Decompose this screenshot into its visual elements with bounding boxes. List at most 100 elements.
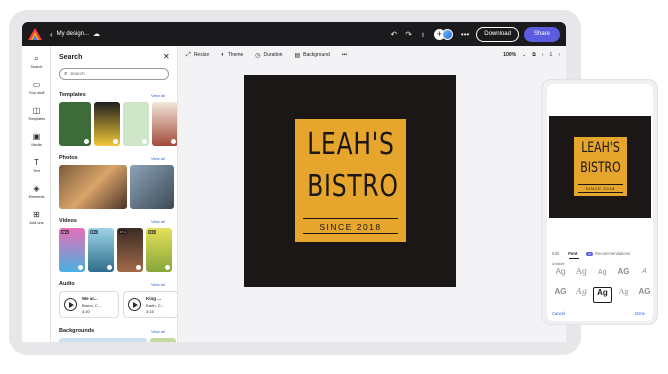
bistro-sign[interactable]: LEAH'S BISTRO SINCE 2018 (295, 119, 406, 242)
share-button[interactable]: Share (523, 26, 560, 42)
background-icon: ▤ (294, 52, 301, 59)
search-icon: ⌕ (64, 71, 68, 77)
resize-button[interactable]: ⤢ Resize (186, 52, 209, 59)
photos-row (59, 165, 174, 209)
font-option[interactable]: Ag (572, 267, 591, 283)
next-page-icon[interactable]: › (558, 52, 560, 58)
section-title-audio: Audio (59, 281, 75, 287)
font-option[interactable]: AG (551, 287, 570, 303)
undo-icon[interactable]: ↶ (390, 30, 397, 39)
zoom-controls: 100% ⌄ ⧉ ‹ 1 › (497, 46, 560, 64)
template-thumb[interactable] (152, 102, 177, 146)
pages-icon[interactable]: ⧉ (532, 52, 536, 58)
sign-title-line1[interactable]: LEAH'S (307, 127, 394, 162)
done-button[interactable]: Done (635, 311, 645, 316)
sign-title-line2[interactable]: BISTRO (307, 169, 398, 204)
tab-recommendations[interactable]: Recommendations (595, 251, 630, 256)
font-option[interactable]: Ag (551, 267, 570, 283)
search-icon: ⌕ (34, 54, 39, 63)
videos-row: 29 s 15 s 17 s 19 s (59, 228, 172, 272)
font-option-selected[interactable]: Ag (593, 287, 612, 303)
rail-item-text[interactable]: T Text (22, 158, 51, 173)
view-all-photos[interactable]: View all (151, 156, 165, 161)
back-chevron-icon[interactable]: ‹ (50, 30, 53, 39)
background-button[interactable]: ▤ Background (294, 52, 329, 59)
media-icon: ▣ (32, 132, 41, 141)
top-bar: ‹ My design... ☁ ↶ ↷ ♁ + ••• Download Sh… (22, 22, 566, 46)
chevron-down-icon[interactable]: ⌄ (522, 52, 526, 58)
view-all-templates[interactable]: View all (151, 93, 165, 98)
font-option[interactable]: Ag (572, 287, 591, 303)
divider (303, 218, 398, 219)
resize-icon: ⤢ (186, 51, 191, 58)
background-thumb[interactable] (150, 338, 176, 342)
panel-title: Search (59, 54, 83, 61)
ai-badge: AI (586, 251, 594, 256)
document-title[interactable]: My design... (57, 31, 89, 37)
zoom-level[interactable]: 100% (503, 52, 516, 58)
phone-design-preview[interactable]: LEAH'S BISTRO SINCE 2018 (549, 116, 651, 218)
backgrounds-row (59, 338, 176, 342)
avatar[interactable] (441, 28, 453, 40)
rail-item-templates[interactable]: ◫ Templates (22, 106, 51, 121)
template-thumb[interactable] (94, 102, 120, 146)
play-icon[interactable] (128, 298, 141, 311)
download-button[interactable]: Download (476, 26, 519, 42)
font-option[interactable]: AG (635, 287, 653, 303)
video-thumb[interactable]: 29 s (59, 228, 85, 272)
audio-card[interactable]: King ... Earth, C... 3:15 (123, 291, 177, 318)
marketing-mockup: ‹ My design... ☁ ↶ ↷ ♁ + ••• Download Sh… (0, 0, 668, 374)
cancel-button[interactable]: Cancel (552, 311, 565, 316)
photo-thumb[interactable] (130, 165, 174, 209)
theme-button[interactable]: ◐ Theme (221, 52, 243, 58)
prev-page-icon[interactable]: ‹ (542, 52, 544, 58)
rail-item-media[interactable]: ▣ Media (22, 132, 51, 147)
duration-button[interactable]: ◷ Duration (255, 52, 282, 59)
font-option[interactable]: A (635, 267, 653, 283)
phone-screen: LEAH'S BISTRO SINCE 2018 Edit Font AI Re… (547, 84, 653, 321)
photo-thumb[interactable] (59, 165, 127, 209)
more-icon[interactable]: ••• (461, 30, 469, 39)
rail-item-your-stuff[interactable]: ▭ Your stuff (22, 80, 51, 95)
app-logo-icon[interactable] (28, 28, 42, 40)
video-thumb[interactable]: 17 s (117, 228, 143, 272)
background-thumb[interactable] (59, 338, 147, 342)
page-number: 1 (549, 52, 553, 58)
lightbulb-icon[interactable]: ♁ (420, 30, 426, 39)
collaborators[interactable]: + (433, 28, 453, 40)
audio-card[interactable]: We ar... Bruno, C... 4:20 (59, 291, 119, 318)
video-thumb[interactable]: 19 s (146, 228, 172, 272)
more-options-button[interactable]: ••• (342, 52, 347, 58)
phone-mockup: LEAH'S BISTRO SINCE 2018 Edit Font AI Re… (541, 79, 658, 325)
tab-edit[interactable]: Edit (552, 251, 559, 256)
play-icon[interactable] (64, 298, 77, 311)
font-option[interactable]: AG (614, 267, 633, 283)
close-icon[interactable]: ✕ (163, 52, 170, 61)
rail-item-elements[interactable]: ◈ Elements (22, 184, 51, 199)
template-thumb[interactable] (123, 102, 149, 146)
view-all-audio[interactable]: View all (151, 282, 165, 287)
left-rail: ⌕ Search ▭ Your stuff ◫ Templates ▣ Medi… (22, 46, 51, 342)
sign-since[interactable]: SINCE 2018 (295, 222, 406, 232)
phone-bistro-sign: LEAH'S BISTRO SINCE 2018 (574, 137, 627, 196)
view-all-backgrounds[interactable]: View all (151, 329, 165, 334)
rail-item-addons[interactable]: ⊞ Add-ons (22, 210, 51, 225)
tab-font[interactable]: Font (568, 251, 577, 256)
divider (303, 233, 398, 234)
redo-icon[interactable]: ↷ (405, 30, 412, 39)
theme-icon: ◐ (221, 52, 225, 58)
text-icon: T (34, 158, 39, 167)
design-artboard[interactable]: LEAH'S BISTRO SINCE 2018 (244, 75, 456, 287)
phone-tabs: Edit Font AI Recommendations (552, 251, 652, 256)
font-option[interactable]: Ag (593, 267, 612, 283)
clock-icon: ◷ (255, 52, 261, 59)
templates-row (59, 102, 177, 146)
search-input[interactable]: ⌕ Search (59, 68, 169, 80)
template-thumb[interactable] (59, 102, 91, 146)
cloud-icon: ☁ (93, 31, 101, 38)
view-all-videos[interactable]: View all (151, 219, 165, 224)
video-thumb[interactable]: 15 s (88, 228, 114, 272)
section-label: Unstable (552, 262, 565, 266)
font-option[interactable]: Ag (614, 287, 633, 303)
rail-item-search[interactable]: ⌕ Search (22, 54, 51, 69)
